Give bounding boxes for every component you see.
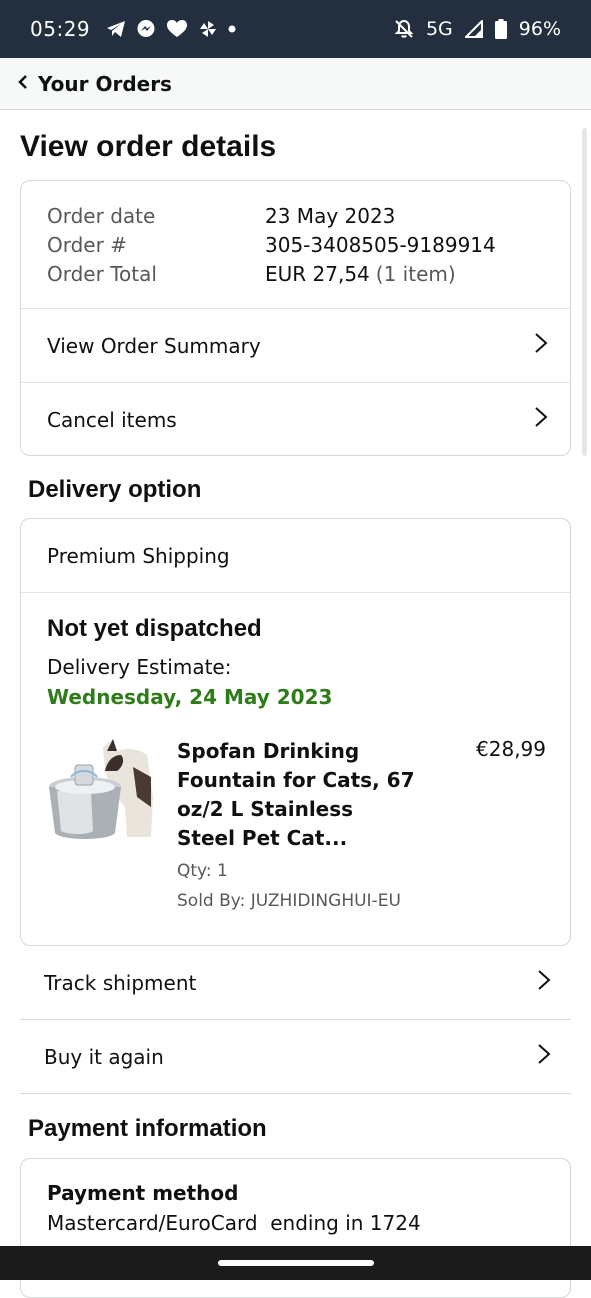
order-info: Order date 23 May 2023 Order # 305-34085… bbox=[21, 181, 570, 308]
home-gesture-handle[interactable] bbox=[217, 1260, 374, 1266]
shipment-status: Not yet dispatched bbox=[47, 615, 262, 642]
chevron-right-icon bbox=[534, 332, 548, 359]
buy-it-again-button[interactable]: Buy it again bbox=[20, 1020, 571, 1094]
payment-information-heading: Payment information bbox=[28, 1115, 267, 1142]
order-date-value: 23 May 2023 bbox=[265, 203, 396, 228]
status-bar: 05:29 5G 96% bbox=[0, 0, 591, 58]
track-shipment-button[interactable]: Track shipment bbox=[20, 946, 571, 1020]
cancel-items-label: Cancel items bbox=[47, 407, 177, 432]
product-seller: Sold By: JUZHIDINGHUI-EU bbox=[177, 891, 401, 911]
health-icon bbox=[166, 19, 188, 39]
battery-level: 96% bbox=[518, 18, 561, 40]
order-date-label: Order date bbox=[47, 203, 156, 228]
shipment-details: Not yet dispatched Delivery Estimate: We… bbox=[21, 593, 570, 911]
chevron-left-icon bbox=[18, 74, 28, 93]
chevron-right-icon bbox=[537, 1043, 551, 1070]
messenger-icon bbox=[136, 19, 156, 39]
order-total-value: EUR 27,54 bbox=[265, 261, 370, 286]
product-price: €28,99 bbox=[476, 737, 546, 761]
cancel-items-button[interactable]: Cancel items bbox=[21, 382, 570, 456]
order-item: Spofan Drinking Fountain for Cats, 67 oz… bbox=[47, 737, 546, 911]
track-shipment-label: Track shipment bbox=[44, 970, 197, 995]
delivery-card: Premium Shipping Not yet dispatched Deli… bbox=[20, 518, 571, 946]
top-nav-bar: Your Orders bbox=[0, 58, 591, 110]
view-order-summary-button[interactable]: View Order Summary bbox=[21, 308, 570, 382]
notification-icons bbox=[106, 19, 236, 39]
order-date-row: Order date 23 May 2023 bbox=[47, 201, 544, 230]
delivery-estimate-date: Wednesday, 24 May 2023 bbox=[47, 685, 333, 709]
order-total-label: Order Total bbox=[47, 261, 157, 286]
payment-method-value: Mastercard/EuroCard ending in 1724 bbox=[47, 1211, 421, 1235]
status-right: 5G 96% bbox=[394, 18, 561, 40]
bell-off-icon bbox=[394, 19, 414, 39]
back-to-orders-link[interactable]: Your Orders bbox=[18, 72, 172, 96]
payment-method-label: Payment method bbox=[47, 1181, 239, 1205]
order-total-row: Order Total EUR 27,54 (1 item) bbox=[47, 259, 544, 288]
view-order-summary-label: View Order Summary bbox=[47, 333, 261, 358]
status-time: 05:29 bbox=[30, 17, 91, 41]
signal-icon bbox=[464, 20, 483, 38]
page-title: View order details bbox=[20, 130, 277, 163]
battery-icon bbox=[494, 19, 507, 39]
order-number-row: Order # 305-3408505-9189914 bbox=[47, 230, 544, 259]
chevron-right-icon bbox=[537, 969, 551, 996]
network-type: 5G bbox=[425, 18, 453, 40]
product-title-link[interactable]: Spofan Drinking Fountain for Cats, 67 oz… bbox=[177, 737, 417, 853]
delivery-estimate-label: Delivery Estimate: bbox=[47, 655, 232, 679]
order-info-card: Order date 23 May 2023 Order # 305-34085… bbox=[20, 180, 571, 456]
product-quantity: Qty: 1 bbox=[177, 861, 228, 881]
order-number-label: Order # bbox=[47, 232, 127, 257]
buy-it-again-label: Buy it again bbox=[44, 1044, 164, 1069]
dot-icon bbox=[228, 25, 236, 33]
delivery-option-heading: Delivery option bbox=[28, 476, 202, 503]
telegram-icon bbox=[106, 20, 126, 38]
chevron-right-icon bbox=[534, 406, 548, 433]
gesture-nav-bar bbox=[0, 1246, 591, 1280]
back-label: Your Orders bbox=[38, 71, 172, 96]
shipping-option: Premium Shipping bbox=[21, 519, 570, 593]
product-details: Spofan Drinking Fountain for Cats, 67 oz… bbox=[177, 737, 417, 911]
product-image[interactable] bbox=[47, 737, 157, 847]
pinwheel-icon bbox=[198, 19, 218, 39]
scrollbar[interactable] bbox=[582, 128, 587, 456]
order-number-value: 305-3408505-9189914 bbox=[265, 232, 496, 257]
order-item-count: (1 item) bbox=[375, 261, 456, 286]
